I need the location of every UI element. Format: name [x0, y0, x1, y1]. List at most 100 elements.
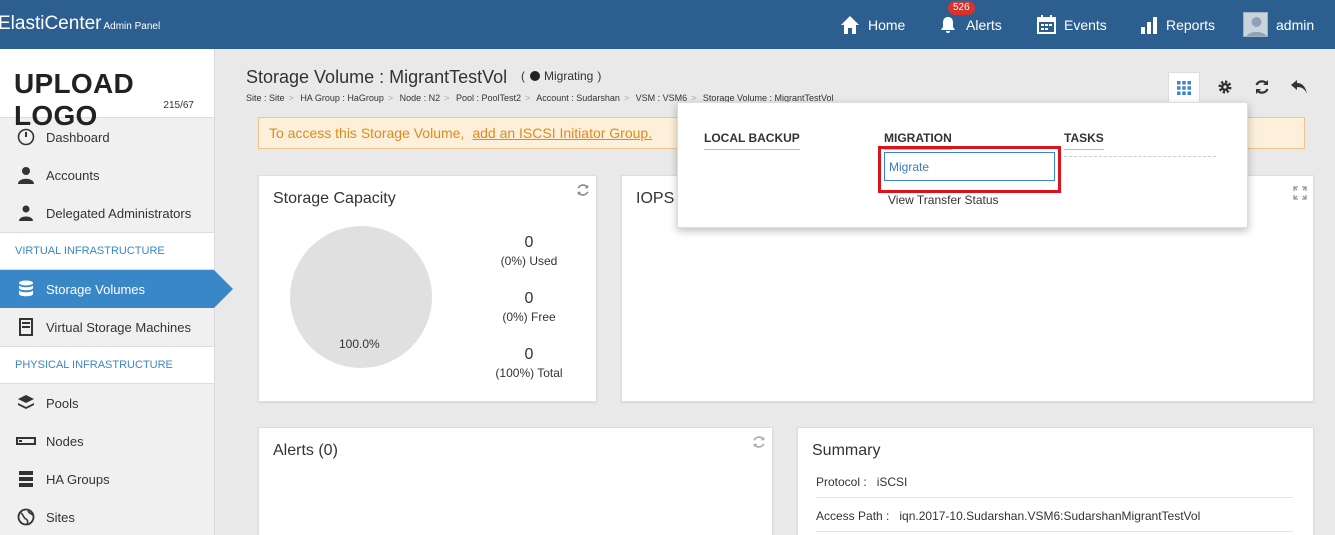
brand-name: ElastiCenter — [0, 13, 102, 34]
breadcrumb-item[interactable]: HA Group : HaGroup — [300, 93, 384, 103]
sidebar-item-label: Accounts — [46, 167, 100, 183]
section-physical-infrastructure: PHYSICAL INFRASTRUCTURE — [0, 346, 214, 384]
nav-home-label: Home — [868, 16, 906, 33]
gear-icon — [1218, 80, 1232, 94]
sidebar-item-virtual-storage-machines[interactable]: Virtual Storage Machines — [0, 308, 214, 346]
iops-title: IOPS — [636, 190, 675, 207]
alerts-panel: Alerts (0) — [258, 427, 773, 535]
sidebar-item-label: Nodes — [46, 433, 84, 449]
status-indicator: ( Migrating ) — [521, 69, 601, 83]
used-value: 0 — [524, 234, 534, 251]
refresh-button[interactable] — [1246, 72, 1278, 102]
refresh-icon[interactable] — [576, 183, 590, 197]
nav-home[interactable]: Home — [840, 0, 905, 49]
sidebar-item-pools[interactable]: Pools — [0, 384, 214, 422]
bell-icon — [941, 16, 955, 33]
page-title: Storage Volume : MigrantTestVol — [246, 67, 508, 87]
summary-panel: Summary Protocol : iSCSI Access Path : iqn… — [797, 427, 1314, 535]
ha-group-icon — [16, 469, 36, 489]
storage-capacity-panel: Storage Capacity 100.0% 0 (0%) Used 0 (0… — [258, 175, 597, 402]
sidebar-item-label: Sites — [46, 509, 75, 525]
brand[interactable]: ElastiCenter Admin Panel — [0, 13, 160, 35]
breadcrumb-separator-icon: > — [387, 93, 394, 103]
node-icon — [16, 431, 36, 451]
bar-chart-icon — [1141, 16, 1157, 34]
sidebar: UPLOAD LOGO 215/67 Dashboard Accounts De… — [0, 49, 233, 535]
nav-events-label: Events — [1064, 16, 1107, 33]
settings-button[interactable] — [1209, 72, 1241, 102]
brand-sub: Admin Panel — [103, 21, 161, 32]
access-path-value: iqn.2017-10.Sudarshan.VSM6:SudarshanMigr… — [899, 509, 1201, 523]
summary-title: Summary — [812, 442, 881, 459]
sidebar-item-label: Pools — [46, 395, 79, 411]
expand-icon[interactable] — [1293, 186, 1307, 200]
top-navbar: ElastiCenter Admin Panel Home 526 Alerts … — [0, 0, 1335, 49]
total-label: (100%) Total — [495, 366, 563, 380]
refresh-icon — [1255, 80, 1269, 94]
layers-icon — [16, 393, 36, 413]
sidebar-item-label: HA Groups — [46, 471, 110, 487]
free-stat: 0 (0%) Free — [479, 290, 579, 324]
view-transfer-status-menu-item[interactable]: View Transfer Status — [888, 193, 999, 207]
nav-events[interactable]: Events — [1037, 0, 1107, 49]
server-icon — [16, 317, 36, 337]
refresh-icon[interactable] — [752, 435, 766, 449]
summary-protocol-row: Protocol : iSCSI — [816, 475, 907, 489]
protocol-value: iSCSI — [876, 475, 908, 489]
sidebar-item-nodes[interactable]: Nodes — [0, 422, 214, 460]
logo-area[interactable]: UPLOAD LOGO 215/67 — [0, 49, 214, 131]
sidebar-item-storage-volumes[interactable]: Storage Volumes — [0, 270, 233, 308]
migrate-highlight: Migrate — [878, 146, 1061, 193]
tasks-header: TASKS — [1064, 131, 1104, 150]
sidebar-item-delegated-administrators[interactable]: Delegated Administrators — [0, 194, 214, 232]
status-dot-icon — [530, 71, 540, 81]
admin-user-icon — [16, 203, 36, 223]
sidebar-item-label: Storage Volumes — [46, 281, 146, 297]
migrate-menu-item[interactable]: Migrate — [884, 152, 1055, 181]
breadcrumb-item[interactable]: Site : Site — [246, 93, 285, 103]
sidebar-item-sites[interactable]: Sites — [0, 498, 214, 535]
breadcrumb-separator-icon: > — [525, 93, 531, 103]
breadcrumb-item[interactable]: Pool : PoolTest2 — [456, 93, 521, 103]
breadcrumb-separator-icon: > — [444, 93, 450, 103]
avatar — [1243, 12, 1268, 37]
pie-percent-label: 100.0% — [339, 337, 380, 351]
user-name: admin — [1276, 16, 1315, 33]
divider — [816, 531, 1293, 532]
add-iscsi-initiator-group-link[interactable]: add an ISCSI Initiator Group. — [472, 125, 652, 141]
nav-reports[interactable]: Reports — [1140, 0, 1215, 49]
sidebar-item-dashboard[interactable]: Dashboard — [0, 118, 214, 156]
alerts-title: Alerts (0) — [273, 442, 338, 459]
nav-alerts[interactable]: 526 Alerts — [938, 0, 1002, 49]
total-stat: 0 (100%) Total — [479, 346, 579, 380]
nav-alerts-label: Alerts — [966, 16, 1002, 33]
breadcrumb-item[interactable]: Account : Sudarshan — [536, 93, 620, 103]
sidebar-item-label: Dashboard — [46, 129, 110, 145]
user-icon — [16, 165, 36, 185]
grid-icon — [1177, 80, 1191, 95]
total-value: 0 — [524, 346, 534, 363]
sidebar-item-label: Virtual Storage Machines — [46, 319, 192, 335]
sidebar-item-label: Delegated Administrators — [46, 205, 192, 221]
storage-capacity-title: Storage Capacity — [273, 190, 396, 207]
calendar-icon — [1037, 15, 1056, 34]
globe-icon — [16, 507, 36, 527]
dashboard-icon — [16, 127, 36, 147]
breadcrumb-separator-icon: > — [288, 93, 294, 103]
sidebar-item-accounts[interactable]: Accounts — [0, 156, 214, 194]
actions-menu-button[interactable] — [1168, 72, 1200, 102]
logo-dimensions: 215/67 — [163, 100, 194, 111]
alerts-count-badge: 526 — [948, 1, 975, 15]
status-close-paren: ) — [597, 69, 602, 83]
used-label: (0%) Used — [500, 254, 558, 268]
local-backup-header: LOCAL BACKUP — [704, 131, 800, 150]
nav-user-menu[interactable]: admin — [1243, 0, 1314, 49]
breadcrumb-item[interactable]: Node : N2 — [400, 93, 441, 103]
protocol-key: Protocol : — [816, 475, 867, 489]
sidebar-item-ha-groups[interactable]: HA Groups — [0, 460, 214, 498]
status-text: Migrating — [544, 69, 594, 83]
warning-text: To access this Storage Volume, — [269, 125, 465, 141]
home-icon — [841, 15, 859, 34]
free-label: (0%) Free — [502, 310, 556, 324]
back-button[interactable] — [1283, 72, 1315, 102]
